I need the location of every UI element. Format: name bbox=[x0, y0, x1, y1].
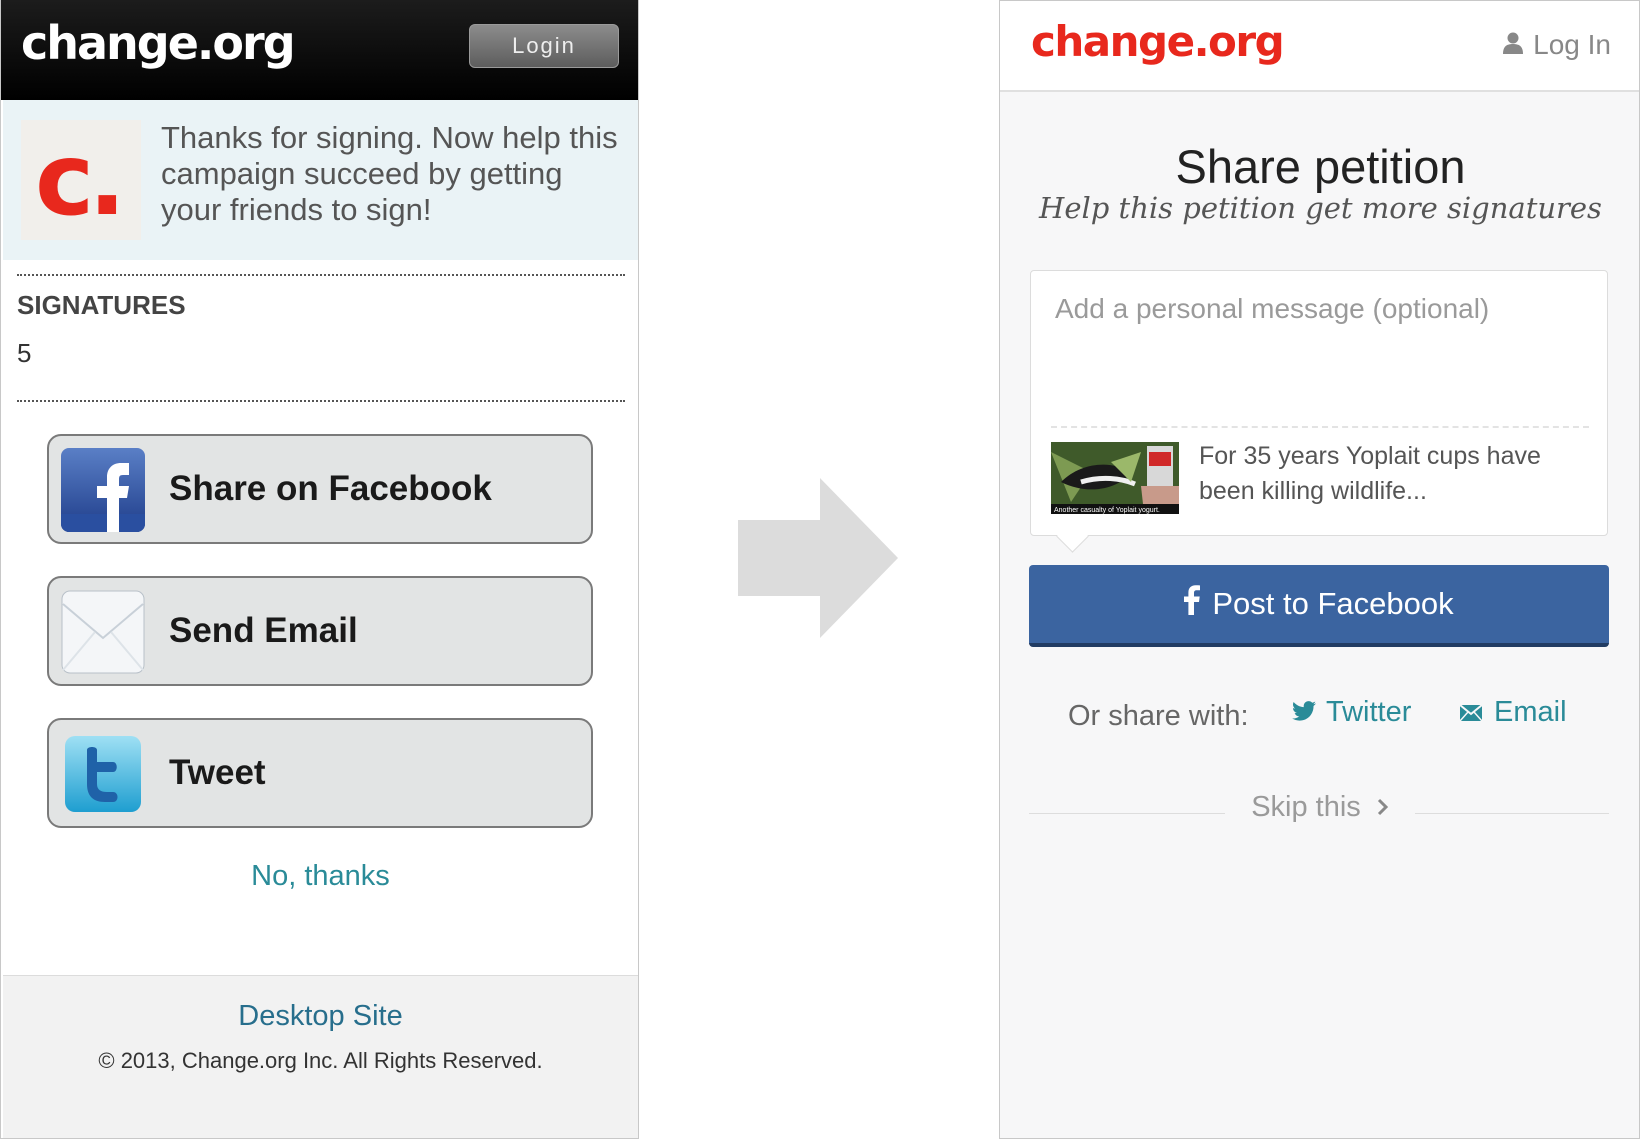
email-share-link[interactable]: Email bbox=[1459, 696, 1567, 729]
divider bbox=[1051, 426, 1589, 428]
envelope-icon bbox=[1459, 696, 1483, 729]
skip-row: Skip this bbox=[1029, 791, 1609, 831]
divider bbox=[17, 400, 625, 402]
no-thanks-link[interactable]: No, thanks bbox=[1, 860, 638, 893]
old-header: change.org Login bbox=[1, 0, 638, 100]
twitter-bird-icon bbox=[1292, 696, 1316, 729]
personal-message-input[interactable] bbox=[1055, 293, 1585, 325]
svg-text:Another casualty of Yoplait yo: Another casualty of Yoplait yogurt. bbox=[1054, 507, 1160, 514]
post-to-facebook-label: Post to Facebook bbox=[1212, 586, 1454, 621]
old-footer: Desktop Site © 2013, Change.org Inc. All… bbox=[3, 975, 638, 1138]
email-share-label: Email bbox=[1494, 696, 1567, 728]
share-facebook-button[interactable]: Share on Facebook bbox=[47, 434, 593, 544]
envelope-icon bbox=[61, 590, 145, 674]
change-badge-icon: c. bbox=[21, 120, 141, 240]
copyright-text: © 2013, Change.org Inc. All Rights Reser… bbox=[98, 1048, 543, 1073]
facebook-f-icon bbox=[1184, 585, 1201, 623]
or-share-label: Or share with: bbox=[1068, 700, 1249, 732]
divider bbox=[1029, 813, 1225, 814]
post-to-facebook-button[interactable]: Post to Facebook bbox=[1029, 565, 1609, 647]
message-box: Another casualty of Yoplait yogurt. For … bbox=[1030, 270, 1608, 553]
send-email-label: Send Email bbox=[169, 611, 358, 650]
thanks-message: Thanks for signing. Now help this campai… bbox=[161, 120, 618, 227]
tweet-label: Tweet bbox=[169, 753, 266, 792]
send-email-button[interactable]: Send Email bbox=[47, 576, 593, 686]
old-logo[interactable]: change.org bbox=[21, 16, 296, 70]
chevron-right-icon bbox=[1377, 791, 1389, 824]
twitter-icon bbox=[61, 732, 145, 816]
new-share-screen: change.org Log In Share petition Help th… bbox=[999, 0, 1640, 1139]
tweet-button[interactable]: Tweet bbox=[47, 718, 593, 828]
twitter-share-label: Twitter bbox=[1326, 696, 1412, 728]
new-header: change.org Log In bbox=[1000, 1, 1639, 92]
speech-bubble-tail bbox=[1056, 520, 1089, 553]
user-icon bbox=[1503, 29, 1524, 61]
old-share-screen: change.org Login c. Thanks for signing. … bbox=[0, 0, 639, 1139]
divider bbox=[1415, 813, 1609, 814]
petition-thumbnail: Another casualty of Yoplait yogurt. bbox=[1051, 442, 1179, 514]
login-label: Log In bbox=[1533, 29, 1611, 60]
share-facebook-label: Share on Facebook bbox=[169, 469, 492, 508]
facebook-icon bbox=[61, 448, 145, 532]
right-arrow-icon bbox=[738, 478, 898, 643]
divider bbox=[17, 274, 625, 276]
new-logo[interactable]: change.org bbox=[1031, 17, 1285, 66]
skip-this-link[interactable]: Skip this bbox=[1225, 791, 1415, 824]
page-title: Share petition bbox=[1175, 140, 1466, 193]
thanks-banner: c. Thanks for signing. Now help this cam… bbox=[3, 100, 638, 260]
old-login-button[interactable]: Login bbox=[469, 24, 619, 68]
page-subtitle: Help this petition get more signatures bbox=[1039, 191, 1602, 225]
or-share-row: Or share with: Twitter Email bbox=[1000, 696, 1639, 736]
signatures-count: 5 bbox=[17, 338, 32, 368]
skip-this-label: Skip this bbox=[1251, 791, 1361, 823]
twitter-share-link[interactable]: Twitter bbox=[1292, 696, 1411, 729]
new-login-link[interactable]: Log In bbox=[1503, 29, 1611, 61]
signatures-label: SIGNATURES bbox=[17, 290, 186, 320]
desktop-site-link[interactable]: Desktop Site bbox=[3, 1000, 638, 1033]
petition-preview-text: For 35 years Yoplait cups have been kill… bbox=[1199, 442, 1541, 505]
